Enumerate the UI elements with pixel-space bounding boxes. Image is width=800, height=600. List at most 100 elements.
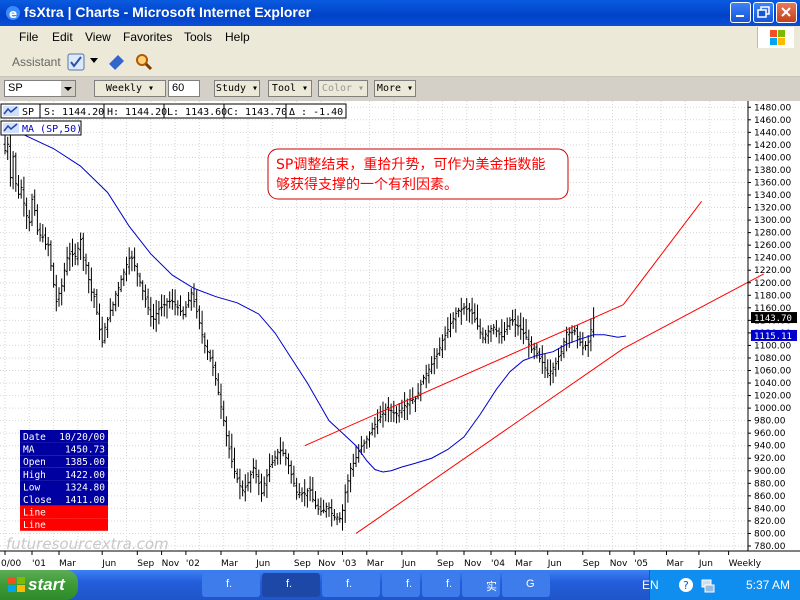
- y-tick-label: 820.00: [754, 517, 786, 527]
- system-tray: EN ? 5:37 AM: [642, 570, 800, 600]
- price-chart[interactable]: 780.00 800.00 820.00 840.00 860.00 880.00 900.…: [0, 101, 800, 570]
- y-tick-label: 900.00: [754, 467, 786, 477]
- taskbar-item-2-label: f.: [286, 578, 293, 590]
- taskbar-item-2[interactable]: f.: [262, 573, 320, 597]
- data-window-label: Line: [23, 508, 46, 519]
- y-tick-label: 1060.00: [754, 366, 791, 376]
- x-tick-label: Sep: [294, 559, 311, 569]
- start-label: start: [28, 575, 65, 594]
- study-label: Study: [215, 83, 247, 94]
- more-label: More: [376, 83, 402, 94]
- taskbar-item-4-label: f.: [406, 578, 413, 590]
- x-tick-label: '02: [186, 559, 200, 569]
- quote-s: S: 1144.20: [44, 107, 104, 118]
- ma-price-tag: 1115.11: [751, 329, 797, 342]
- taskbar-item-6-label: 实: [486, 581, 497, 593]
- x-tick-label: Weekly: [729, 559, 762, 569]
- svg-text:?: ?: [683, 579, 689, 592]
- internet-explorer-icon: e: [6, 6, 20, 21]
- magnifier-icon[interactable]: [134, 52, 154, 72]
- language-indicator[interactable]: EN: [642, 578, 659, 592]
- y-tick-label: 860.00: [754, 492, 786, 502]
- chart-area[interactable]: 780.00 800.00 820.00 840.00 860.00 880.00 900.…: [0, 101, 800, 570]
- help-icon[interactable]: ?: [678, 577, 694, 593]
- y-tick-label: 840.00: [754, 504, 786, 514]
- menu-tools[interactable]: Tools: [184, 30, 212, 44]
- svg-text:e: e: [9, 7, 17, 21]
- menu-file[interactable]: File: [19, 30, 38, 44]
- start-button[interactable]: start: [0, 570, 78, 600]
- menu-help[interactable]: Help: [225, 30, 250, 44]
- dropdown-arrow-icon[interactable]: [90, 58, 98, 64]
- menu-view[interactable]: View: [85, 30, 111, 44]
- more-button[interactable]: More ▾: [374, 80, 416, 97]
- quote-change: Δ : -1.40: [289, 107, 343, 118]
- menu-edit[interactable]: Edit: [52, 30, 73, 44]
- x-tick-label: Mar: [59, 559, 76, 569]
- y-tick-label: 1240.00: [754, 254, 791, 264]
- data-window-label: Date: [23, 432, 46, 443]
- symbol-value: SP: [8, 82, 23, 94]
- taskbar-item-7[interactable]: G: [502, 573, 550, 597]
- symbol-select[interactable]: SP: [4, 80, 76, 97]
- periods-input[interactable]: 60: [168, 80, 200, 97]
- y-tick-label: 1420.00: [754, 141, 791, 151]
- last-price-tag-label: 1143.70: [754, 314, 792, 324]
- y-tick-label: 1320.00: [754, 204, 791, 214]
- windows-flag-icon: [770, 30, 785, 45]
- taskbar-item-1[interactable]: f.: [202, 573, 260, 597]
- data-window-label: High: [23, 470, 46, 481]
- y-tick-label: 1280.00: [754, 229, 791, 239]
- clock[interactable]: 5:37 AM: [746, 578, 790, 592]
- watermark: futuresourcextra.com: [6, 535, 169, 553]
- y-tick-label: 1460.00: [754, 116, 791, 126]
- windows-logo-icon: [8, 577, 25, 592]
- quote-header: SP S: 1144.20 H: 1144.20 L: 1143.60 C: 1…: [0, 103, 347, 119]
- data-window-label: Open: [23, 457, 46, 468]
- taskbar-item-5[interactable]: f.: [422, 573, 460, 597]
- minimize-button[interactable]: [730, 2, 751, 23]
- x-tick-label: Mar: [221, 559, 238, 569]
- x-tick-label: Mar: [367, 559, 384, 569]
- interval-dropdown[interactable]: Weekly ▾: [94, 80, 166, 97]
- ma-legend-label: MA (SP,50): [22, 124, 82, 135]
- y-tick-label: 980.00: [754, 417, 786, 427]
- last-price-tag: 1143.70: [751, 312, 797, 324]
- ma-chart-icon: [3, 123, 19, 133]
- taskbar-item-3-label: f.: [346, 578, 353, 590]
- data-window-value: 1411.00: [65, 495, 105, 506]
- quote-symbol: SP: [22, 107, 34, 118]
- x-tick-label: Jun: [698, 559, 713, 569]
- network-icon[interactable]: [700, 577, 716, 593]
- taskbar-item-3[interactable]: f.: [322, 573, 380, 597]
- x-tick-labels: 0/00 '01 Mar Jun Sep Nov '02 Mar Jun Sep Nov '03 Mar…: [1, 551, 762, 569]
- menu-favorites[interactable]: Favorites: [123, 30, 172, 44]
- quote-close: C: 1143.70: [227, 107, 287, 118]
- menu-bar: File Edit View Favorites Tools Help: [0, 26, 800, 49]
- assistant-label: Assistant: [12, 55, 61, 69]
- data-window-value: 1450.73: [65, 445, 105, 456]
- interval-label: Weekly: [105, 83, 143, 94]
- chevron-down-icon: [61, 81, 75, 96]
- tool-button[interactable]: Tool ▾: [268, 80, 312, 97]
- color-button[interactable]: Color ▾: [318, 80, 368, 97]
- taskbar-item-4[interactable]: f.: [382, 573, 420, 597]
- assistant-bar: Assistant: [0, 48, 800, 77]
- y-tick-label: 1020.00: [754, 392, 791, 402]
- study-button[interactable]: Study ▾: [214, 80, 260, 97]
- eraser-icon[interactable]: [106, 52, 126, 72]
- taskbar-item-6[interactable]: 实: [462, 573, 500, 597]
- y-tick-labels: 780.00 800.00 820.00 840.00 860.00 880.00 900.…: [748, 103, 791, 552]
- x-tick-label: Nov: [318, 559, 336, 569]
- restore-button[interactable]: [753, 2, 774, 23]
- annotation-box[interactable]: SP调整结束，重拾升势，可作为美金指数能 够获得支撑的一个有利因素。: [267, 148, 569, 200]
- y-tick-label: 880.00: [754, 479, 786, 489]
- data-window-value: 1422.00: [65, 470, 105, 481]
- close-button[interactable]: [776, 2, 797, 23]
- assistant-checklist-icon[interactable]: [66, 52, 86, 72]
- annotation-line-1: SP调整结束，重拾升势，可作为美金指数能: [276, 157, 545, 173]
- taskbar-item-1-label: f.: [226, 578, 233, 590]
- x-tick-label: '01: [32, 559, 46, 569]
- x-tick-label: 0/00: [1, 559, 21, 569]
- y-tick-label: 1200.00: [754, 279, 791, 289]
